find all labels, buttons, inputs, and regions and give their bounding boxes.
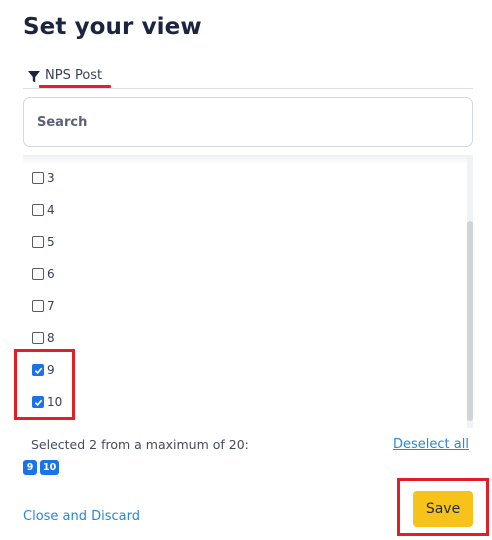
- search-box[interactable]: [23, 97, 473, 147]
- selection-summary: Selected 2 from a maximum of 20:: [31, 437, 249, 452]
- checkbox[interactable]: [32, 268, 44, 280]
- options-list[interactable]: 3 4 5 6 7 8 9 10: [23, 155, 473, 428]
- scrollbar-track[interactable]: [467, 155, 473, 428]
- checkbox[interactable]: [32, 236, 44, 248]
- option-item[interactable]: 6: [32, 265, 55, 283]
- annotation-box-selected-options: [14, 349, 75, 420]
- option-label: 3: [47, 171, 55, 185]
- annotation-box-save: [397, 478, 489, 536]
- checkbox[interactable]: [32, 172, 44, 184]
- page-title: Set your view: [23, 14, 202, 40]
- option-item[interactable]: 4: [32, 201, 55, 219]
- option-item[interactable]: 8: [32, 329, 55, 347]
- selected-chips: 9 10: [23, 460, 60, 475]
- scrollbar-thumb[interactable]: [467, 221, 473, 421]
- list-top-fade: [23, 155, 473, 165]
- option-item[interactable]: 7: [32, 297, 55, 315]
- checkbox[interactable]: [32, 300, 44, 312]
- filter-indicator[interactable]: NPS Post: [27, 68, 102, 83]
- selected-chip: 9: [23, 460, 37, 475]
- filter-label: NPS Post: [45, 68, 103, 83]
- checkbox[interactable]: [32, 332, 44, 344]
- option-label: 5: [47, 235, 55, 249]
- checkbox[interactable]: [32, 204, 44, 216]
- selected-chip: 10: [40, 460, 60, 475]
- option-label: 8: [47, 331, 55, 345]
- funnel-icon: [27, 69, 41, 83]
- option-label: 4: [47, 203, 55, 217]
- option-item[interactable]: 5: [32, 233, 55, 251]
- deselect-all-link[interactable]: Deselect all: [393, 437, 469, 452]
- option-item[interactable]: 3: [32, 169, 55, 187]
- option-label: 7: [47, 299, 55, 313]
- close-and-discard-link[interactable]: Close and Discard: [23, 509, 140, 524]
- divider: [23, 88, 473, 89]
- option-label: 6: [47, 267, 55, 281]
- search-input[interactable]: [37, 112, 437, 132]
